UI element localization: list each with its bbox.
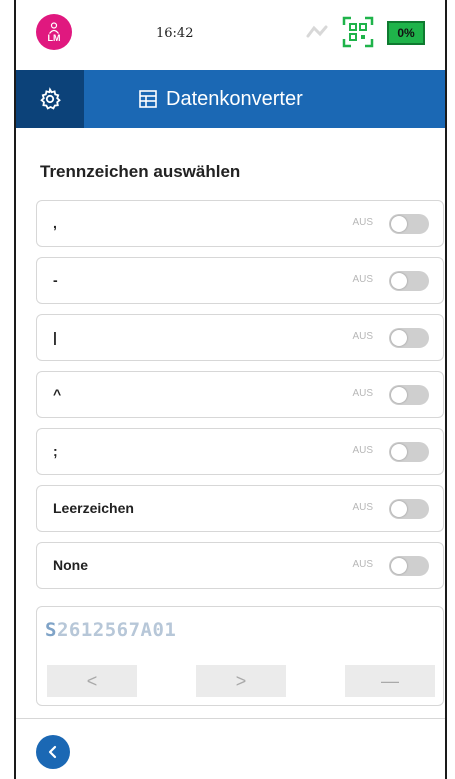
separator-option-semicolon[interactable]: ; AUS (36, 428, 444, 475)
toggle-state: AUS (352, 217, 373, 228)
clear-button[interactable]: — (345, 665, 435, 697)
app-title-text: Datenkonverter (166, 87, 303, 110)
back-button[interactable] (36, 735, 70, 769)
gear-icon (40, 87, 61, 110)
previous-button[interactable]: < (47, 665, 137, 697)
separator-option-none[interactable]: None AUS (36, 542, 444, 589)
toggle-switch[interactable] (389, 271, 429, 291)
footer-divider (16, 718, 445, 719)
avatar-initials: LM (47, 32, 61, 43)
output-text: 2612567A01 (56, 619, 177, 641)
option-label: None (53, 557, 88, 573)
section-title: Trennzeichen auswählen (40, 162, 241, 181)
clock: 16:42 (156, 26, 194, 41)
option-label: | (53, 329, 57, 345)
toggle-state: AUS (352, 445, 373, 456)
app-header: Datenkonverter (16, 70, 445, 128)
toggle-switch[interactable] (389, 214, 429, 234)
separator-option-caret[interactable]: ^ AUS (36, 371, 444, 418)
output-value[interactable]: S2612567A01 (45, 619, 176, 641)
toggle-state: AUS (352, 274, 373, 285)
option-label: ^ (53, 386, 62, 402)
app-title: Datenkonverter (138, 70, 303, 128)
output-cursor-char: S (45, 619, 57, 641)
person-icon (49, 21, 59, 34)
separator-option-pipe[interactable]: | AUS (36, 314, 444, 361)
settings-button[interactable] (16, 70, 84, 128)
separator-option-comma[interactable]: , AUS (36, 200, 444, 247)
next-button[interactable]: > (196, 665, 286, 697)
toggle-state: AUS (352, 502, 373, 513)
toggle-switch[interactable] (389, 385, 429, 405)
output-panel: S2612567A01 < > — (36, 606, 444, 706)
option-label: ; (53, 443, 58, 459)
separator-option-space[interactable]: Leerzeichen AUS (36, 485, 444, 532)
toggle-switch[interactable] (389, 328, 429, 348)
toggle-state: AUS (352, 559, 373, 570)
toggle-state: AUS (352, 331, 373, 342)
toggle-switch[interactable] (389, 499, 429, 519)
option-label: , (53, 215, 57, 231)
app-frame: LM 16:42 0% Datenkonverter Trennzeichen … (14, 0, 447, 779)
toggle-state: AUS (352, 388, 373, 399)
toggle-switch[interactable] (389, 556, 429, 576)
option-label: - (53, 272, 58, 288)
chevron-left-icon (48, 745, 57, 759)
toggle-switch[interactable] (389, 442, 429, 462)
avatar[interactable]: LM (36, 14, 72, 50)
connection-icon (306, 25, 328, 38)
separator-option-dash[interactable]: - AUS (36, 257, 444, 304)
option-label: Leerzeichen (53, 500, 134, 516)
battery-indicator: 0% (387, 21, 425, 45)
qr-scan-icon[interactable] (342, 16, 374, 48)
converter-icon (139, 90, 157, 108)
status-bar: LM 16:42 0% (16, 0, 445, 70)
